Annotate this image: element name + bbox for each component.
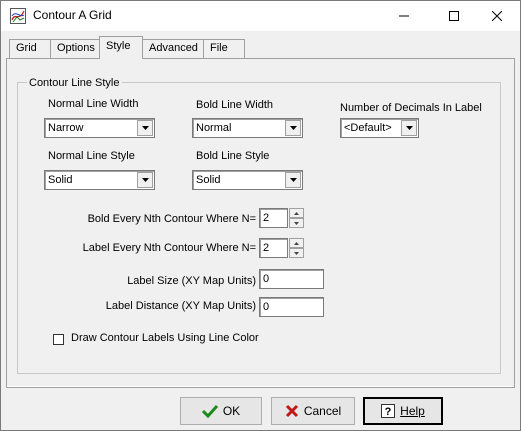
draw-labels-color-checkbox[interactable]: [53, 334, 64, 345]
bold-line-style-value: Solid: [196, 174, 221, 186]
check-icon: [201, 404, 218, 418]
label-distance-label: Label Distance (XY Map Units): [105, 300, 256, 312]
window-title: Contour A Grid: [33, 8, 112, 22]
tab-label: Style: [106, 40, 131, 52]
tab-options[interactable]: Options: [50, 39, 100, 58]
spin-up-icon[interactable]: [289, 238, 304, 248]
normal-line-width-select[interactable]: Narrow: [44, 118, 155, 138]
title-bar: Contour A Grid: [1, 1, 520, 31]
tab-label: Grid: [16, 42, 37, 54]
group-legend: Contour Line Style: [27, 77, 122, 89]
bold-line-width-value: Normal: [196, 122, 232, 134]
chevron-down-icon: [137, 172, 153, 188]
cancel-label: Cancel: [303, 404, 342, 418]
normal-line-style-select[interactable]: Solid: [44, 170, 155, 190]
tab-advanced[interactable]: Advanced: [142, 39, 204, 58]
close-button[interactable]: [474, 1, 520, 31]
app-icon: [10, 8, 26, 24]
decimals-select[interactable]: <Default>: [340, 118, 419, 138]
tab-style[interactable]: Style: [99, 36, 143, 59]
label-every-input[interactable]: 2: [259, 238, 288, 258]
chevron-down-icon: [137, 120, 153, 136]
label-every-value: 2: [263, 242, 270, 254]
bold-every-label: Bold Every Nth Contour Where N=: [87, 213, 256, 225]
spin-up-icon[interactable]: [289, 208, 304, 218]
normal-line-style-label: Normal Line Style: [48, 150, 135, 162]
draw-labels-color-label: Draw Contour Labels Using Line Color: [71, 332, 259, 344]
normal-line-style-value: Solid: [48, 174, 73, 186]
maximize-icon: [449, 11, 459, 21]
bold-every-input[interactable]: 2: [259, 208, 288, 228]
normal-line-width-label: Normal Line Width: [48, 98, 139, 110]
tab-label: File: [210, 42, 228, 54]
chevron-down-icon: [285, 120, 301, 136]
help-label: Help: [400, 404, 425, 418]
bold-line-width-select[interactable]: Normal: [192, 118, 303, 138]
label-size-input[interactable]: 0: [259, 269, 324, 289]
label-every-spinner[interactable]: [289, 238, 304, 258]
ok-button[interactable]: OK: [180, 397, 262, 425]
help-icon: ?: [381, 404, 396, 418]
spin-down-icon[interactable]: [289, 218, 304, 228]
label-distance-value: 0: [263, 301, 270, 313]
ok-label: OK: [222, 404, 241, 418]
normal-line-width-value: Narrow: [48, 122, 84, 134]
label-size-value: 0: [263, 273, 270, 285]
minimize-button[interactable]: [381, 1, 427, 31]
spin-down-icon[interactable]: [289, 248, 304, 258]
close-icon: [492, 11, 502, 21]
bold-line-style-select[interactable]: Solid: [192, 170, 303, 190]
tab-label: Advanced: [149, 42, 198, 54]
cancel-x-icon: [285, 404, 298, 418]
decimals-label: Number of Decimals In Label: [340, 102, 482, 114]
bold-line-width-label: Bold Line Width: [196, 99, 274, 111]
decimals-value: <Default>: [344, 122, 392, 134]
label-size-label: Label Size (XY Map Units): [127, 275, 256, 287]
bold-every-spinner[interactable]: [289, 208, 304, 228]
bold-line-style-label: Bold Line Style: [196, 150, 270, 162]
minimize-icon: [399, 15, 409, 17]
svg-text:?: ?: [385, 406, 392, 418]
bold-every-value: 2: [263, 212, 270, 224]
label-every-label: Label Every Nth Contour Where N=: [82, 242, 256, 254]
chevron-down-icon: [285, 172, 301, 188]
chevron-down-icon: [401, 120, 417, 136]
dialog-window: Contour A Grid Grid Options Style Advanc…: [0, 0, 521, 431]
tab-label: Options: [57, 42, 95, 54]
tab-file[interactable]: File: [203, 39, 245, 58]
tab-grid[interactable]: Grid: [9, 39, 51, 58]
label-distance-input[interactable]: 0: [259, 297, 324, 317]
cancel-button[interactable]: Cancel: [271, 397, 355, 425]
maximize-button[interactable]: [431, 1, 477, 31]
help-button[interactable]: ? Help: [363, 397, 443, 425]
